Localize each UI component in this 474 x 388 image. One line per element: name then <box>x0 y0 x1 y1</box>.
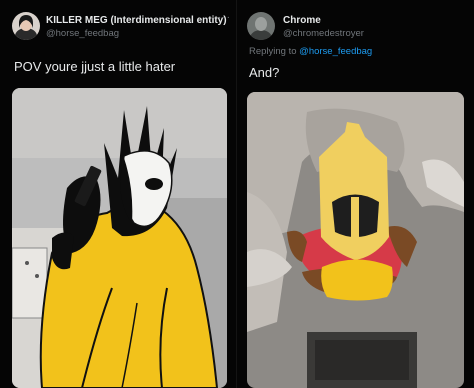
avatar[interactable] <box>247 12 275 40</box>
tweet-left[interactable]: KILLER MEG (Interdimensional entity) ···… <box>0 0 237 388</box>
drawing-over-photo-image <box>247 92 464 388</box>
display-name[interactable]: Chrome <box>283 15 321 26</box>
tweet-text: And? <box>249 65 280 80</box>
avatar-image <box>247 12 275 40</box>
user-handle[interactable]: @chromedestroyer <box>283 28 364 39</box>
display-name[interactable]: KILLER MEG (Interdimensional entity) <box>46 15 227 26</box>
replying-prefix: Replying to <box>249 46 300 57</box>
avatar-image <box>12 12 40 40</box>
replying-handle-link[interactable]: @horse_feedbag <box>299 46 372 57</box>
user-handle[interactable]: @horse_feedbag <box>46 28 119 39</box>
replying-to: Replying to @horse_feedbag <box>249 46 372 57</box>
tweet-text: POV youre jjust a little hater <box>14 59 176 74</box>
avatar[interactable] <box>12 12 40 40</box>
drawing-over-photo-image <box>12 88 227 388</box>
tweet-media-image[interactable] <box>12 88 227 388</box>
more-options-icon[interactable]: ··· <box>218 12 231 23</box>
tweet-media-image[interactable] <box>247 92 464 388</box>
tweet-right[interactable]: Chrome @chromedestroyer Replying to @hor… <box>237 0 474 388</box>
